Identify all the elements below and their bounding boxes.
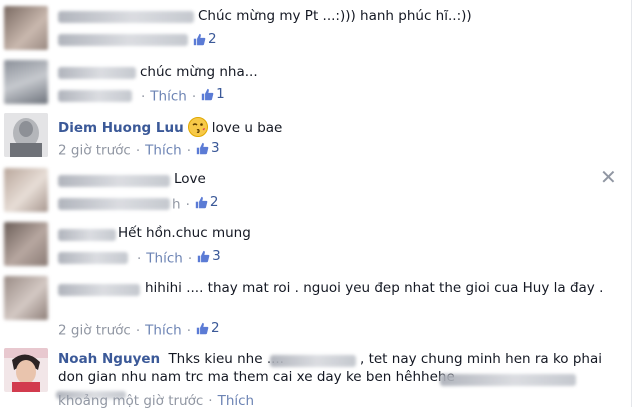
like-count[interactable]: 2	[195, 194, 219, 210]
blurred-meta	[58, 90, 132, 102]
avatar[interactable]	[4, 348, 48, 392]
separator: ·	[186, 142, 191, 159]
separator: ·	[135, 142, 141, 159]
blurred-author-name	[58, 67, 136, 79]
comment-text-line-2: don gian nhu nam trc ma them cai xe day …	[58, 369, 455, 385]
like-link[interactable]: Thích	[145, 323, 182, 339]
separator: ·	[187, 250, 193, 267]
comment-text-part-2: , tet nay chung minh hen ra ko phai	[360, 351, 602, 367]
avatar-image	[4, 348, 48, 392]
like-link[interactable]: Thích	[150, 89, 187, 105]
comment-line: Diem Huong Luu love u bae	[58, 117, 282, 137]
thumbs-up-icon	[193, 33, 206, 45]
like-count[interactable]: 3	[197, 248, 221, 264]
avatar[interactable]	[4, 222, 48, 266]
avatar[interactable]	[4, 6, 48, 50]
comment-text: Hết hồn.chuc mung	[118, 225, 251, 241]
kiss-wink-emoji-icon	[187, 117, 208, 137]
like-count-value: 3	[212, 248, 221, 264]
blurred-mention	[270, 355, 356, 367]
avatar-image	[4, 113, 48, 157]
blurred-meta	[58, 34, 188, 46]
comment-author[interactable]: Noah Nguyen	[58, 351, 160, 367]
like-link[interactable]: Thích	[146, 251, 183, 267]
comment-text: Chúc mừng my Pt ...:))) hanh phúc hĩ..:)…	[198, 8, 472, 24]
timestamp[interactable]: h	[172, 197, 181, 213]
comment-line-1: Noah Nguyen Thks kieu nhe ....	[58, 351, 284, 367]
thumbs-up-icon	[201, 88, 214, 100]
comment-panel: Chúc mừng my Pt ...:))) hanh phúc hĩ..:)…	[0, 0, 632, 409]
thumbs-up-icon	[196, 322, 209, 334]
comment-author[interactable]: Diem Huong Luu	[58, 120, 184, 136]
separator: ·	[186, 322, 191, 339]
avatar[interactable]	[4, 60, 48, 104]
like-count-value: 2	[210, 320, 220, 336]
like-count[interactable]: 1	[201, 86, 225, 102]
comment-text: love u bae	[211, 120, 283, 136]
blurred-author-name	[58, 229, 116, 241]
blurred-mention	[440, 374, 576, 386]
like-count-value: 1	[216, 86, 225, 102]
blurred-meta	[58, 252, 128, 264]
separator: ·	[141, 88, 146, 105]
separator: ·	[185, 196, 190, 213]
like-count-value: 2	[208, 31, 217, 47]
timestamp[interactable]: 2 giờ trước	[58, 323, 131, 339]
separator: ·	[135, 322, 141, 339]
like-count-value: 3	[210, 140, 220, 156]
comment-text: chúc mừng nha...	[140, 64, 258, 80]
avatar[interactable]	[4, 113, 48, 157]
separator: ·	[137, 250, 142, 267]
thumbs-up-icon	[195, 196, 208, 208]
avatar[interactable]	[4, 276, 48, 320]
blurred-author-name	[58, 11, 194, 23]
thumbs-up-icon	[196, 142, 209, 154]
avatar[interactable]	[4, 168, 48, 212]
like-link[interactable]: Thích	[218, 393, 255, 409]
like-link[interactable]: Thích	[145, 143, 182, 159]
thumbs-up-icon	[197, 250, 210, 262]
comment-text: Love	[174, 171, 206, 187]
separator: ·	[191, 88, 197, 105]
timestamp[interactable]: 2 giờ trước	[58, 143, 131, 159]
blurred-author-name	[58, 284, 140, 296]
timestamp[interactable]: khoảng một giờ trước	[58, 393, 203, 409]
like-count[interactable]: 2	[193, 31, 217, 47]
close-icon[interactable]: ✕	[600, 167, 617, 187]
like-count-value: 2	[209, 194, 219, 210]
blurred-meta	[58, 198, 170, 210]
comment-text-part-1: Thks kieu nhe ....	[168, 351, 284, 367]
separator: ·	[208, 393, 213, 409]
comment-text: hihihi .... thay mat roi . nguoi yeu đep…	[145, 280, 604, 296]
blurred-author-name	[58, 175, 170, 187]
like-count[interactable]: 2	[196, 320, 220, 336]
like-count[interactable]: 3	[196, 140, 220, 156]
